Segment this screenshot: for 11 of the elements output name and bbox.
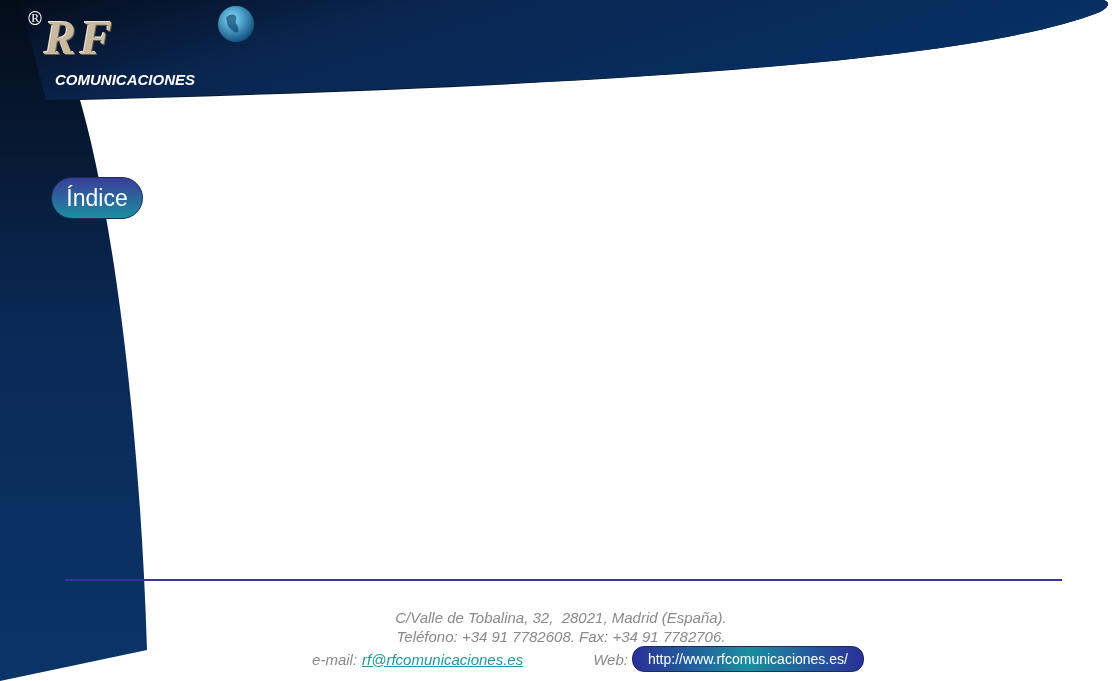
logo-letters: RF [44,14,117,62]
globe-icon [216,4,256,44]
index-button[interactable]: Índice [51,177,143,219]
website-button[interactable]: http://www.rfcomunicaciones.es/ [631,646,864,672]
logo-tagline: COMUNICACIONES [55,72,195,87]
phone-text: Teléfono: +34 91 7782608. Fax: +34 91 7782706. [396,627,726,646]
registered-mark: ® [26,10,44,28]
email-label: e-mail: [312,649,358,669]
address-text: C/Valle de Tobalina, 32, 28021, Madrid (España). [395,608,727,627]
web-label: Web: [593,649,628,669]
email-link[interactable]: rf@rfcomunicaciones.es [362,649,524,669]
